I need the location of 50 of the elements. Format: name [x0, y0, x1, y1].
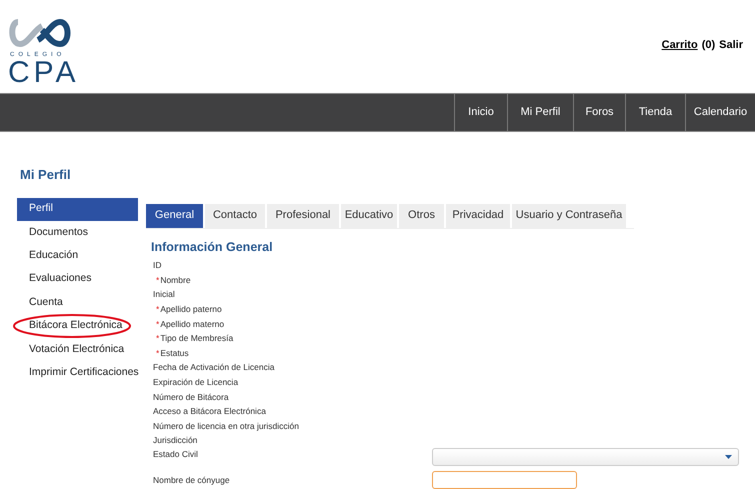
header-link[interactable]: (0): [702, 37, 716, 54]
tab[interactable]: Profesional: [267, 204, 339, 228]
field-label: Jurisdicción: [153, 434, 198, 448]
field-label: Expiración de Licencia: [153, 376, 238, 389]
field-label: Número de Bitácora: [153, 390, 229, 404]
sidebar-item[interactable]: Bitácora Electrónica: [17, 314, 138, 338]
required-mark: *: [156, 302, 160, 316]
header-link[interactable]: Salir: [719, 37, 743, 54]
required-mark: *: [156, 318, 160, 330]
dropdown-field[interactable]: [432, 448, 739, 466]
field-label: Inicial: [153, 288, 175, 302]
sidebar-item[interactable]: Imprimir Certificaciones: [17, 361, 138, 385]
sidebar-item[interactable]: Educación: [17, 244, 138, 268]
field-label: Nombre: [160, 274, 191, 287]
required-mark: *: [156, 332, 160, 345]
nav-link[interactable]: Tienda: [625, 94, 685, 131]
nav-link[interactable]: Foros: [573, 94, 625, 131]
nav-link[interactable]: Calendario: [685, 94, 755, 131]
field-label: Acceso a Bitácora Electrónica: [153, 405, 266, 418]
field-label: Estatus: [160, 346, 189, 360]
required-mark: *: [156, 346, 160, 360]
field-label: Estado Civil: [153, 448, 198, 461]
section-title: Información General: [151, 238, 273, 256]
tab[interactable]: General: [146, 204, 203, 228]
nav-link[interactable]: Inicio: [454, 94, 507, 131]
sidebar-item[interactable]: Cuenta: [17, 291, 138, 314]
field-label: ID: [153, 259, 162, 272]
logo-icon: [8, 16, 72, 50]
sidebar-item[interactable]: Evaluaciones: [17, 268, 138, 292]
tab[interactable]: Contacto: [205, 204, 265, 228]
tab[interactable]: Privacidad: [446, 204, 510, 228]
logo-title: CPA: [8, 58, 80, 88]
header-link[interactable]: Carrito: [662, 37, 698, 54]
field-label: Fecha de Activación de Licencia: [153, 361, 274, 374]
field-label: Apellido paterno: [160, 302, 222, 316]
sidebar-item[interactable]: Votación Electrónica: [17, 338, 138, 362]
field-label: Nombre de cónyuge: [153, 474, 230, 486]
input-field[interactable]: [432, 470, 577, 489]
required-mark: *: [156, 274, 160, 287]
field-label: Tipo de Membresía: [160, 332, 234, 345]
tab[interactable]: Educativo: [341, 204, 397, 228]
sidebar-item[interactable]: Perfil: [17, 198, 138, 221]
nav-link[interactable]: Mi Perfil: [507, 94, 573, 131]
field-label: Apellido materno: [160, 318, 224, 330]
tab[interactable]: Usuario y Contraseña: [512, 204, 626, 228]
caret-icon: [725, 454, 732, 459]
tab[interactable]: Otros: [399, 204, 444, 228]
sidebar-item[interactable]: Documentos: [17, 220, 138, 244]
field-label: Número de licencia en otra jurisdicción: [153, 420, 299, 432]
page-title: Mi Perfil: [20, 166, 71, 184]
